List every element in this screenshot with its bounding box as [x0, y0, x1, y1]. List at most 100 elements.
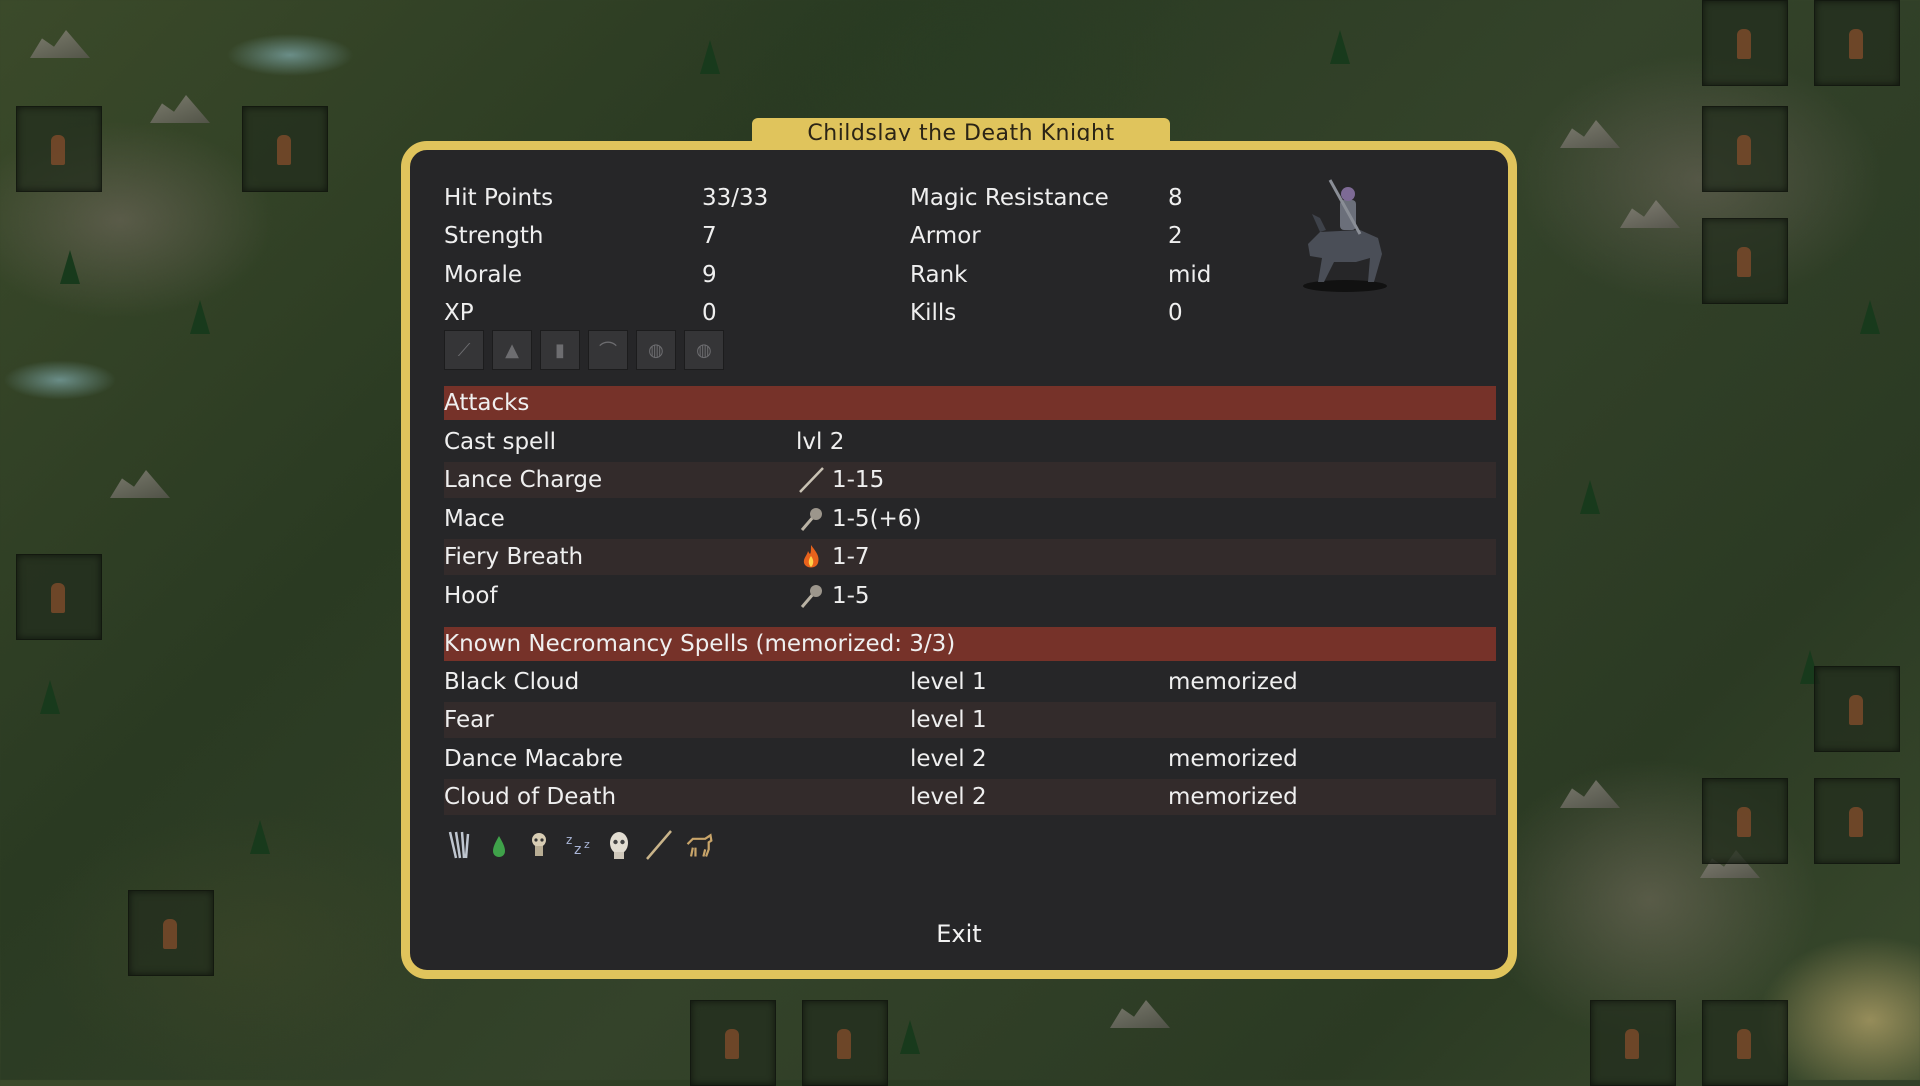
tree-icon: [900, 1020, 920, 1054]
svg-text:z: z: [584, 838, 590, 851]
undead-skull-icon[interactable]: [524, 828, 554, 862]
spell-name: Dance Macabre: [444, 746, 623, 772]
map-unit-tile[interactable]: [1590, 1000, 1676, 1086]
weapon-slot-icon[interactable]: ⟋: [444, 330, 484, 370]
map-unit-tile[interactable]: [1814, 666, 1900, 752]
mount-icon[interactable]: [684, 828, 714, 862]
stat-label: Armor: [910, 223, 981, 249]
poison-drop-icon[interactable]: [484, 828, 514, 862]
unit-info-dialog: Hit Points 33/33 Magic Resistance 8 Stre…: [401, 141, 1517, 979]
attack-value: 1-5: [832, 583, 870, 609]
attack-name: Cast spell: [444, 429, 556, 455]
stat-value: 8: [1168, 185, 1183, 211]
map-unit-tile[interactable]: [802, 1000, 888, 1086]
spell-level: level 2: [910, 746, 987, 772]
equipment-slots: ⟋ ▲ ▮ ⌒ ◍ ◍: [444, 330, 724, 370]
lance-icon: [796, 465, 826, 495]
stat-label: Magic Resistance: [910, 185, 1109, 211]
tree-icon: [40, 680, 60, 714]
attack-row[interactable]: Mace 1-5(+6): [444, 501, 1496, 537]
map-unit-tile[interactable]: [1702, 0, 1788, 86]
map-unit-tile[interactable]: [690, 1000, 776, 1086]
helmet-slot-icon[interactable]: ▲: [492, 330, 532, 370]
attack-value: 1-7: [832, 544, 870, 570]
tree-icon: [250, 820, 270, 854]
tree-icon: [60, 250, 80, 284]
sleepless-icon[interactable]: zzz: [564, 828, 594, 862]
spell-name: Black Cloud: [444, 669, 580, 695]
attack-value: 1-15: [832, 467, 885, 493]
stat-value: 0: [1168, 300, 1183, 326]
map-unit-tile[interactable]: [1814, 0, 1900, 86]
spell-row[interactable]: Fear level 1: [444, 702, 1496, 738]
stat-value: mid: [1168, 262, 1212, 288]
spell-status: memorized: [1168, 669, 1298, 695]
stat-label: Hit Points: [444, 185, 554, 211]
stat-value: 2: [1168, 223, 1183, 249]
spell-level: level 1: [910, 707, 987, 733]
attack-name: Mace: [444, 506, 505, 532]
map-unit-tile[interactable]: [1702, 1000, 1788, 1086]
spells-header: Known Necromancy Spells (memorized: 3/3): [444, 627, 1496, 661]
mountain-icon: [1560, 120, 1620, 148]
mountain-icon: [1110, 1000, 1170, 1028]
lance-icon[interactable]: [644, 828, 674, 862]
map-unit-tile[interactable]: [1702, 218, 1788, 304]
armor-slot-icon[interactable]: ▮: [540, 330, 580, 370]
map-unit-tile[interactable]: [1702, 106, 1788, 192]
attack-value: lvl 2: [796, 429, 845, 455]
spell-row[interactable]: Black Cloud level 1 memorized: [444, 664, 1496, 700]
map-unit-tile[interactable]: [16, 554, 102, 640]
tree-icon: [1580, 480, 1600, 514]
stat-value: 33/33: [702, 185, 769, 211]
attack-row[interactable]: Lance Charge 1-15: [444, 462, 1496, 498]
tree-icon: [190, 300, 210, 334]
mountain-icon: [110, 470, 170, 498]
stat-label: Kills: [910, 300, 957, 326]
map-unit-tile[interactable]: [1702, 778, 1788, 864]
mace-icon: [796, 504, 826, 534]
stat-value: 9: [702, 262, 717, 288]
tree-icon: [1330, 30, 1350, 64]
ring-slot-icon[interactable]: ◍: [636, 330, 676, 370]
attack-row[interactable]: Cast spell lvl 2: [444, 424, 1496, 460]
tree-icon: [700, 40, 720, 74]
attack-name: Fiery Breath: [444, 544, 584, 570]
attack-row[interactable]: Hoof 1-5: [444, 578, 1496, 614]
attack-value: 1-5(+6): [832, 506, 922, 532]
spell-name: Fear: [444, 707, 494, 733]
attacks-header-label: Attacks: [444, 390, 530, 416]
amulet-slot-icon[interactable]: ◍: [684, 330, 724, 370]
spell-level: level 1: [910, 669, 987, 695]
map-unit-tile[interactable]: [16, 106, 102, 192]
claws-icon[interactable]: [444, 828, 474, 862]
attacks-header: Attacks: [444, 386, 1496, 420]
stat-label: XP: [444, 300, 474, 326]
trait-icons: zzz: [444, 828, 714, 862]
exit-button[interactable]: Exit: [410, 920, 1508, 948]
stat-value: 7: [702, 223, 717, 249]
tree-icon: [1860, 300, 1880, 334]
svg-text:z: z: [574, 842, 581, 858]
mountain-icon: [150, 95, 210, 123]
skull-icon[interactable]: [604, 828, 634, 862]
stat-label: Rank: [910, 262, 968, 288]
svg-text:z: z: [566, 833, 572, 847]
stat-label: Strength: [444, 223, 544, 249]
attack-name: Hoof: [444, 583, 498, 609]
spell-status: memorized: [1168, 784, 1298, 810]
map-unit-tile[interactable]: [128, 890, 214, 976]
map-unit-tile[interactable]: [1814, 778, 1900, 864]
spell-row[interactable]: Dance Macabre level 2 memorized: [444, 741, 1496, 777]
map-unit-tile[interactable]: [242, 106, 328, 192]
stat-value: 0: [702, 300, 717, 326]
attack-row[interactable]: Fiery Breath 1-7: [444, 539, 1496, 575]
fire-icon: [796, 542, 826, 572]
spell-status: memorized: [1168, 746, 1298, 772]
stat-label: Morale: [444, 262, 523, 288]
hoof-icon: [796, 581, 826, 611]
attack-name: Lance Charge: [444, 467, 603, 493]
spell-row[interactable]: Cloud of Death level 2 memorized: [444, 779, 1496, 815]
spell-name: Cloud of Death: [444, 784, 617, 810]
boots-slot-icon[interactable]: ⌒: [588, 330, 628, 370]
